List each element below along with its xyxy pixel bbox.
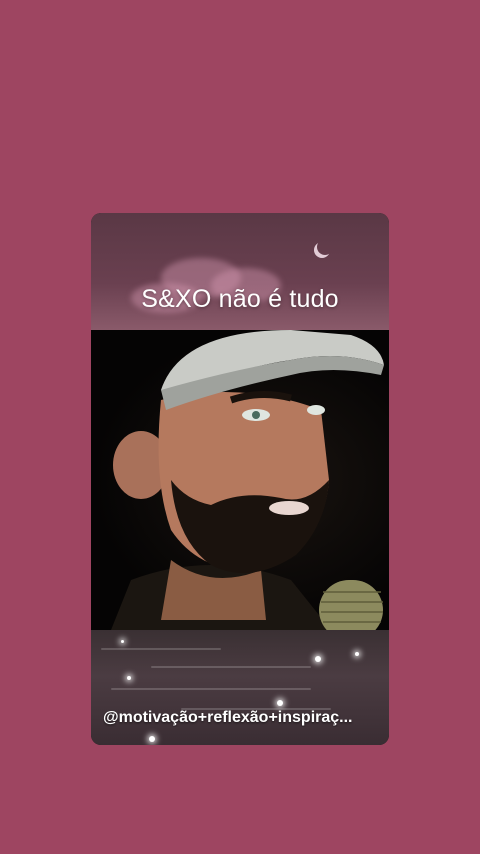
- sparkle: [149, 736, 155, 742]
- sparkle: [315, 656, 321, 662]
- story-card[interactable]: S&XO não é tudo @motivação+reflexão+insp…: [91, 213, 389, 745]
- sparkle: [277, 700, 283, 706]
- sparkle: [355, 652, 359, 656]
- story-title: S&XO não é tudo: [141, 285, 339, 313]
- sky-banner: S&XO não é tudo: [91, 213, 389, 330]
- speaker-photo: [91, 330, 389, 630]
- sparkle: [121, 640, 124, 643]
- water-banner: [91, 630, 389, 745]
- sparkle: [127, 676, 131, 680]
- story-caption[interactable]: @motivação+reflexão+inspiraç...: [103, 709, 383, 727]
- crescent-moon-icon: [317, 239, 333, 255]
